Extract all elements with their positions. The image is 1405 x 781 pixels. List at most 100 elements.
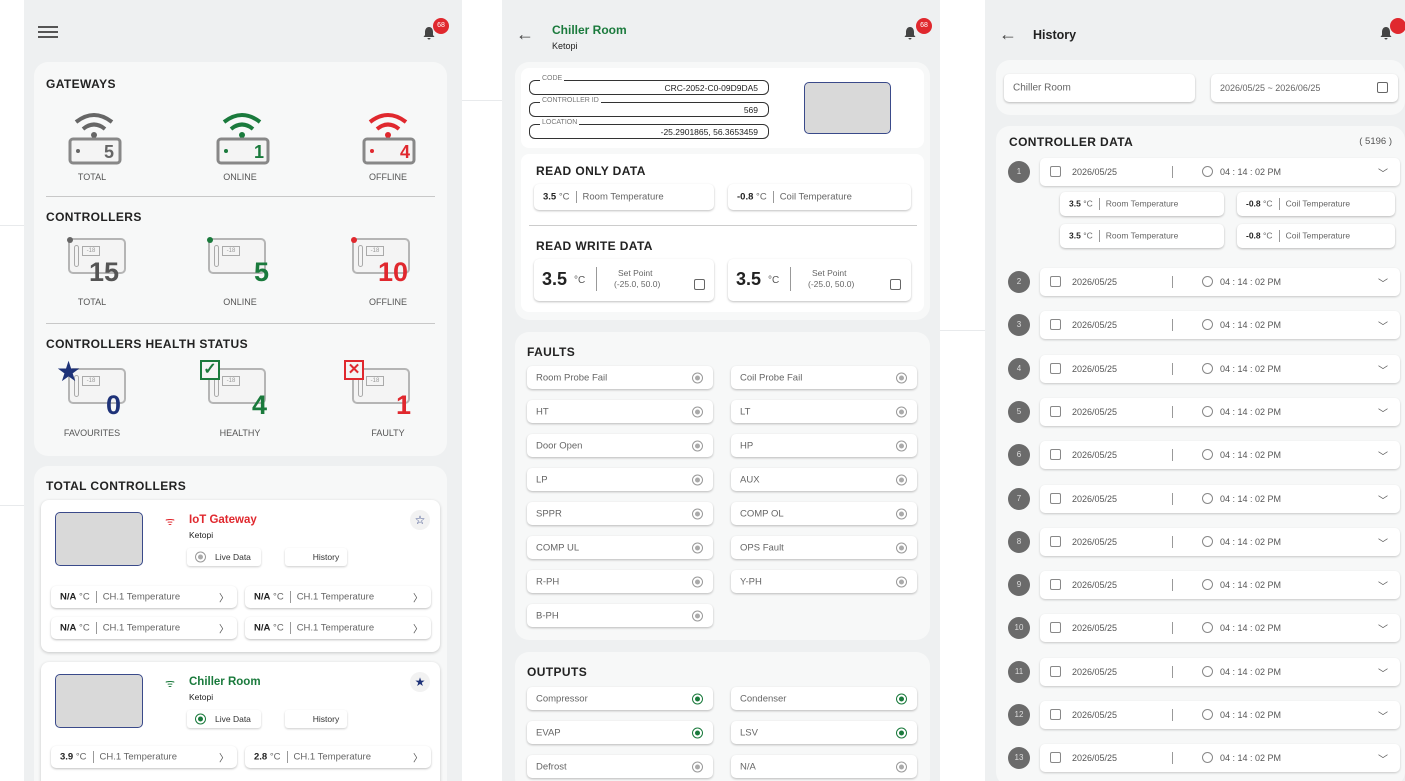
output-item: Condenser [731, 687, 917, 710]
chevron-down-icon[interactable]: ﹀ [1378, 405, 1388, 420]
notification-bell-icon[interactable] [903, 26, 917, 40]
fault-item: SPPR [527, 502, 713, 525]
chevron-down-icon[interactable]: ﹀ [1378, 535, 1388, 550]
calendar-icon [1050, 665, 1061, 677]
edit-icon[interactable] [890, 279, 901, 290]
history-row[interactable]: 1 2026/05/25 04 : 14 : 02 PM ﹀ [1008, 158, 1400, 186]
controller-location: Ketopi [189, 530, 214, 540]
controller-card[interactable]: ᯤ IoT Gateway Ketopi Live Data History ☆… [41, 500, 440, 652]
fault-item: Y-PH [731, 570, 917, 593]
controller-offline-value: 10 [378, 257, 409, 287]
back-arrow-icon[interactable]: ← [999, 24, 1017, 45]
history-entry[interactable]: 2026/05/25 04 : 14 : 02 PM ﹀ [1040, 397, 1400, 426]
output-item: EVAP [527, 721, 713, 744]
divider [46, 196, 435, 197]
record-count: ( 5196 ) [1359, 136, 1392, 147]
chevron-right-icon: 〉 [413, 753, 423, 765]
live-data-button[interactable]: Live Data [187, 710, 261, 728]
row-number: 13 [1008, 747, 1030, 770]
favourite-star-icon[interactable]: ★ [410, 672, 430, 692]
history-row[interactable]: 9 2026/05/25 04 : 14 : 02 PM ﹀ [1008, 571, 1400, 600]
notification-badge [1390, 18, 1405, 34]
reading-pill[interactable]: 2.8 °C CH.1 Temperature 〉 [245, 746, 431, 768]
faulty-value: 1 [396, 390, 412, 420]
history-reading-pill: -0.8 °C Coil Temperature [1237, 192, 1395, 216]
clock-icon [1202, 535, 1213, 547]
history-entry[interactable]: 2026/05/25 04 : 14 : 02 PM ﹀ [1040, 744, 1400, 773]
location-field: LOCATION -25.2901865, 56.3653459 [529, 119, 769, 139]
history-row[interactable]: 13 2026/05/25 04 : 14 : 02 PM ﹀ [1008, 744, 1400, 773]
set-point-pill[interactable]: 3.5 °C Set Point (-25.0, 50.0) [728, 259, 911, 301]
chevron-down-icon[interactable]: ﹀ [1378, 275, 1388, 290]
history-entry[interactable]: 2026/05/25 04 : 14 : 02 PM ﹀ [1040, 268, 1400, 296]
reading-pill[interactable]: N/A °C CH.1 Temperature 〉 [245, 586, 431, 608]
fault-item: Room Probe Fail [527, 366, 713, 389]
history-entry[interactable]: 2026/05/25 04 : 14 : 02 PM ﹀ [1040, 484, 1400, 513]
favourites-label: FAVOURITES [63, 428, 121, 438]
history-entry[interactable]: 2026/05/25 04 : 14 : 02 PM ﹀ [1040, 701, 1400, 729]
history-row[interactable]: 12 2026/05/25 04 : 14 : 02 PM ﹀ [1008, 701, 1400, 729]
history-entry[interactable]: 2026/05/25 04 : 14 : 02 PM ﹀ [1040, 657, 1400, 686]
history-entry[interactable]: 2026/05/25 04 : 14 : 02 PM ﹀ [1040, 527, 1400, 556]
history-row[interactable]: 3 2026/05/25 04 : 14 : 02 PM ﹀ [1008, 311, 1400, 340]
chevron-down-icon[interactable]: ﹀ [1378, 448, 1388, 463]
history-entry[interactable]: 2026/05/25 04 : 14 : 02 PM ﹀ [1040, 158, 1400, 186]
clock-icon [1202, 579, 1213, 591]
history-entry[interactable]: 2026/05/25 04 : 14 : 02 PM ﹀ [1040, 311, 1400, 340]
outputs-card: OUTPUTS Compressor Condenser EVAP LSV Defros… [515, 652, 930, 781]
chevron-down-icon[interactable]: ﹀ [1378, 708, 1388, 723]
faults-title: FAULTS [527, 345, 576, 359]
row-number: 10 [1008, 617, 1030, 640]
chevron-down-icon[interactable]: ﹀ [1378, 751, 1388, 766]
reading-pill[interactable]: 3.9 °C CH.1 Temperature 〉 [51, 746, 237, 768]
chevron-down-icon[interactable]: ﹀ [1378, 578, 1388, 593]
history-row[interactable]: 7 2026/05/25 04 : 14 : 02 PM ﹀ [1008, 484, 1400, 513]
history-entry[interactable]: 2026/05/25 04 : 14 : 02 PM ﹀ [1040, 354, 1400, 383]
favourite-star-outline-icon[interactable]: ☆ [410, 510, 430, 530]
history-entry[interactable]: 2026/05/25 04 : 14 : 02 PM ﹀ [1040, 441, 1400, 470]
reading-pill[interactable]: N/A °C CH.1 Temperature 〉 [51, 617, 237, 639]
chevron-down-icon[interactable]: ﹀ [1378, 318, 1388, 333]
reading-pill[interactable]: N/A °C CH.1 Temperature 〉 [51, 586, 237, 608]
live-data-button[interactable]: Live Data [187, 548, 261, 566]
controller-filter-input[interactable]: Chiller Room [1004, 74, 1195, 102]
calendar-icon [1050, 579, 1061, 591]
history-entry[interactable]: 2026/05/25 04 : 14 : 02 PM ﹀ [1040, 614, 1400, 643]
set-point-pill[interactable]: 3.5 °C Set Point (-25.0, 50.0) [534, 259, 714, 301]
clock-icon [1202, 752, 1213, 764]
chevron-down-icon[interactable]: ﹀ [1378, 492, 1388, 507]
menu-icon[interactable] [38, 26, 58, 38]
chevron-down-icon[interactable]: ﹀ [1378, 621, 1388, 636]
favourites-value: 0 [106, 390, 122, 420]
chevron-down-icon[interactable]: ﹀ [1378, 165, 1388, 180]
healthy-label: HEALTHY [219, 428, 261, 438]
controller-card[interactable]: ᯤ Chiller Room Ketopi Live Data History … [41, 662, 440, 781]
history-row[interactable]: 8 2026/05/25 04 : 14 : 02 PM ﹀ [1008, 527, 1400, 556]
gateway-offline-label: OFFLINE [368, 172, 407, 182]
gateway-total-value: 5 [104, 142, 115, 162]
calendar-icon [1050, 276, 1061, 287]
history-row[interactable]: 10 2026/05/25 04 : 14 : 02 PM ﹀ [1008, 614, 1400, 643]
history-row[interactable]: 4 2026/05/25 04 : 14 : 02 PM ﹀ [1008, 354, 1400, 383]
date-range-input[interactable]: 2026/05/25 ~ 2026/06/25 [1211, 74, 1398, 102]
controller-name: IoT Gateway [189, 514, 257, 526]
back-arrow-icon[interactable]: ← [516, 24, 534, 45]
page-title: History [1033, 28, 1077, 42]
history-row[interactable]: 5 2026/05/25 04 : 14 : 02 PM ﹀ [1008, 397, 1400, 426]
reading-pill[interactable]: N/A °C CH.1 Temperature 〉 [245, 617, 431, 639]
edit-icon[interactable] [694, 279, 705, 290]
history-button[interactable]: History [285, 710, 347, 728]
chevron-down-icon[interactable]: ﹀ [1378, 362, 1388, 377]
controller-thumbnail [55, 674, 143, 728]
divider [529, 225, 917, 226]
history-row[interactable]: 11 2026/05/25 04 : 14 : 02 PM ﹀ [1008, 657, 1400, 686]
history-row[interactable]: 2 2026/05/25 04 : 14 : 02 PM ﹀ [1008, 268, 1400, 296]
row-number: 2 [1008, 271, 1030, 293]
row-number: 11 [1008, 660, 1030, 683]
status-indicator-icon [896, 474, 907, 485]
history-entry[interactable]: 2026/05/25 04 : 14 : 02 PM ﹀ [1040, 571, 1400, 600]
history-button[interactable]: History [285, 548, 347, 566]
chevron-down-icon[interactable]: ﹀ [1378, 665, 1388, 680]
history-row[interactable]: 6 2026/05/25 04 : 14 : 02 PM ﹀ [1008, 441, 1400, 470]
clock-icon [1202, 709, 1213, 720]
